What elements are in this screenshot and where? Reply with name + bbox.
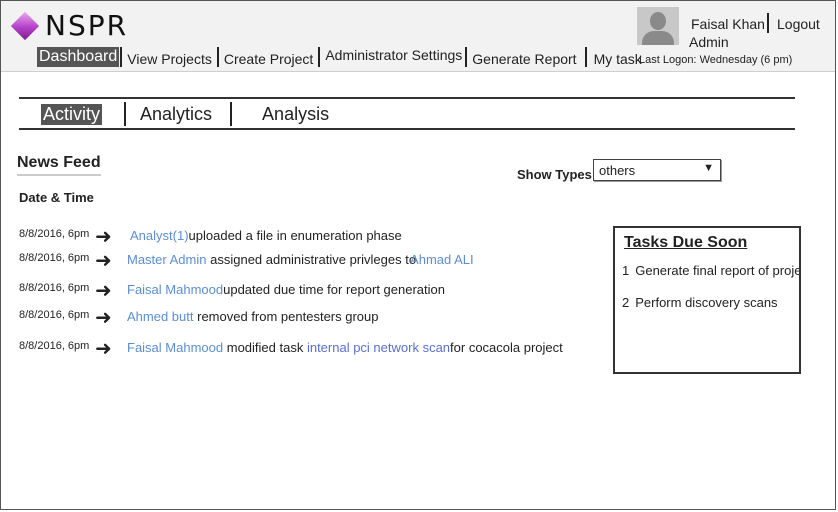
user-role: Admin <box>689 34 729 50</box>
dropdown-arrow-icon: ▼ <box>703 162 714 174</box>
last-logon: Last Logon: Wednesday (6 pm) <box>639 54 792 66</box>
feed-action: removed from pentesters group <box>197 309 379 324</box>
user-avatar-icon[interactable] <box>637 7 679 45</box>
feed-item-date: 8/8/2016, 6pm <box>19 252 90 264</box>
feed-actor-link[interactable]: Faisal Mahmood <box>127 282 223 297</box>
feed-item-date: 8/8/2016, 6pm <box>19 228 90 240</box>
feed-item-date: 8/8/2016, 6pm <box>19 309 90 321</box>
arrow-right-icon: ➜ <box>95 280 112 302</box>
task-item[interactable]: 1 Generate final report of project x <box>622 263 801 278</box>
arrow-right-icon: ➜ <box>95 250 112 272</box>
tabs-bottom-divider <box>19 128 795 130</box>
show-types-value: others <box>599 163 636 178</box>
feed-task-link[interactable]: internal pci network scan <box>307 340 450 355</box>
logout-link[interactable]: Logout <box>777 16 820 32</box>
main-nav: Dashboard View Projects Create Project A… <box>37 47 646 67</box>
tab-separator <box>230 102 233 126</box>
logo[interactable]: NSPR <box>10 9 129 42</box>
news-feed-title: News Feed <box>17 154 101 176</box>
feed-actor-link[interactable]: Master Admin <box>127 252 206 267</box>
feed-actor-link[interactable]: Faisal Mahmood <box>127 340 223 355</box>
nav-administrator-settings[interactable]: Administrator Settings <box>321 47 464 67</box>
feed-actor-link[interactable]: Analyst(1) <box>130 228 189 243</box>
app-window: NSPR Dashboard View Projects Create Proj… <box>0 0 836 510</box>
feed-item-text: Faisal Mahmood modified task internal pc… <box>127 340 563 355</box>
diamond-logo-icon <box>10 11 40 40</box>
task-number: 2 <box>622 295 630 310</box>
feed-item-text: Analyst(1)uploaded a file in enumeration… <box>130 228 402 243</box>
user-separator <box>767 13 769 33</box>
nav-separator <box>120 47 123 67</box>
show-types-label: Show Types <box>517 167 592 182</box>
content-tabs: Activity Analytics Analysis <box>41 102 331 126</box>
header: NSPR Dashboard View Projects Create Proj… <box>1 1 835 72</box>
feed-action: assigned administrative privleges to <box>210 252 417 267</box>
tasks-due-soon-title: Tasks Due Soon <box>624 234 748 251</box>
user-panel: Faisal Khan Logout Admin Last Logon: Wed… <box>637 7 833 67</box>
tabs-top-divider <box>19 97 795 99</box>
last-logon-label: Last Logon: <box>639 54 697 66</box>
user-name: Faisal Khan <box>691 16 765 32</box>
feed-item-date: 8/8/2016, 6pm <box>19 340 90 352</box>
feed-target-link[interactable]: Ahmad ALI <box>410 252 474 267</box>
nav-separator <box>465 47 468 67</box>
show-types-select[interactable]: others ▼ <box>593 159 721 181</box>
feed-item-date: 8/8/2016, 6pm <box>19 282 90 294</box>
nav-create-project[interactable]: Create Project <box>220 51 317 67</box>
feed-action: updated due time for report generation <box>223 282 445 297</box>
nav-dashboard[interactable]: Dashboard <box>37 47 120 67</box>
nav-separator <box>584 47 587 67</box>
feed-suffix: for cocacola project <box>450 340 563 355</box>
task-item[interactable]: 2 Perform discovery scans <box>622 295 778 310</box>
tab-analytics[interactable]: Analytics <box>138 104 214 125</box>
nav-view-projects[interactable]: View Projects <box>123 51 216 67</box>
feed-action: modified task <box>226 340 304 355</box>
last-logon-value: Wednesday (6 pm) <box>699 54 793 66</box>
arrow-right-icon: ➜ <box>95 226 112 248</box>
feed-action: uploaded a file in enumeration phase <box>188 228 402 243</box>
feed-item-text: Faisal Mahmoodupdated due time for repor… <box>127 282 445 297</box>
nav-separator <box>216 47 219 67</box>
nav-generate-report[interactable]: Generate Report <box>468 51 580 67</box>
tab-analysis[interactable]: Analysis <box>260 104 331 125</box>
tab-separator <box>124 102 127 126</box>
tab-activity[interactable]: Activity <box>41 103 103 125</box>
avatar-torso <box>642 31 674 45</box>
feed-actor-link[interactable]: Ahmed butt <box>127 309 194 324</box>
nav-separator <box>318 47 321 67</box>
task-label: Perform discovery scans <box>635 295 778 310</box>
avatar-head <box>650 12 666 30</box>
arrow-right-icon: ➜ <box>95 338 112 360</box>
date-time-header: Date & Time <box>19 190 94 205</box>
tasks-due-soon-panel: Tasks Due Soon 1 Generate final report of… <box>613 226 801 374</box>
task-number: 1 <box>622 263 630 278</box>
brand-name: NSPR <box>45 9 129 42</box>
task-label: Generate final report of project x <box>635 263 801 278</box>
feed-item-text: Ahmed butt removed from pentesters group <box>127 309 379 324</box>
feed-item-text: Master Admin assigned administrative pri… <box>127 252 474 267</box>
arrow-right-icon: ➜ <box>95 307 112 329</box>
